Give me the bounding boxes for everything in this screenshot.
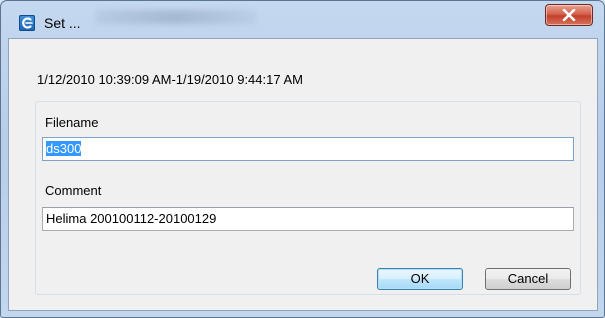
comment-input[interactable]: Helima 200100112-20100129 (42, 207, 574, 231)
fields-group (35, 101, 581, 295)
comment-value: Helima 200100112-20100129 (46, 211, 217, 226)
filename-value: ds300 (46, 141, 82, 156)
window-title: Set ... (44, 15, 81, 31)
close-icon (562, 9, 576, 21)
title-bar[interactable]: Set ... (1, 1, 604, 37)
date-range-label: 1/12/2010 10:39:09 AM-1/19/2010 9:44:17 … (37, 72, 303, 87)
title-bar-blur (96, 10, 256, 24)
ok-button[interactable]: OK (377, 268, 463, 290)
filename-label: Filename (45, 115, 99, 130)
cancel-button[interactable]: Cancel (485, 268, 571, 290)
filename-input[interactable]: ds300 (42, 137, 574, 161)
app-icon (19, 15, 35, 31)
comment-label: Comment (45, 183, 102, 198)
close-button[interactable] (545, 4, 593, 26)
dialog-window: Set ... 1/12/2010 10:39:09 AM-1/19/2010 … (0, 0, 605, 318)
dialog-body: 1/12/2010 10:39:09 AM-1/19/2010 9:44:17 … (8, 38, 598, 311)
